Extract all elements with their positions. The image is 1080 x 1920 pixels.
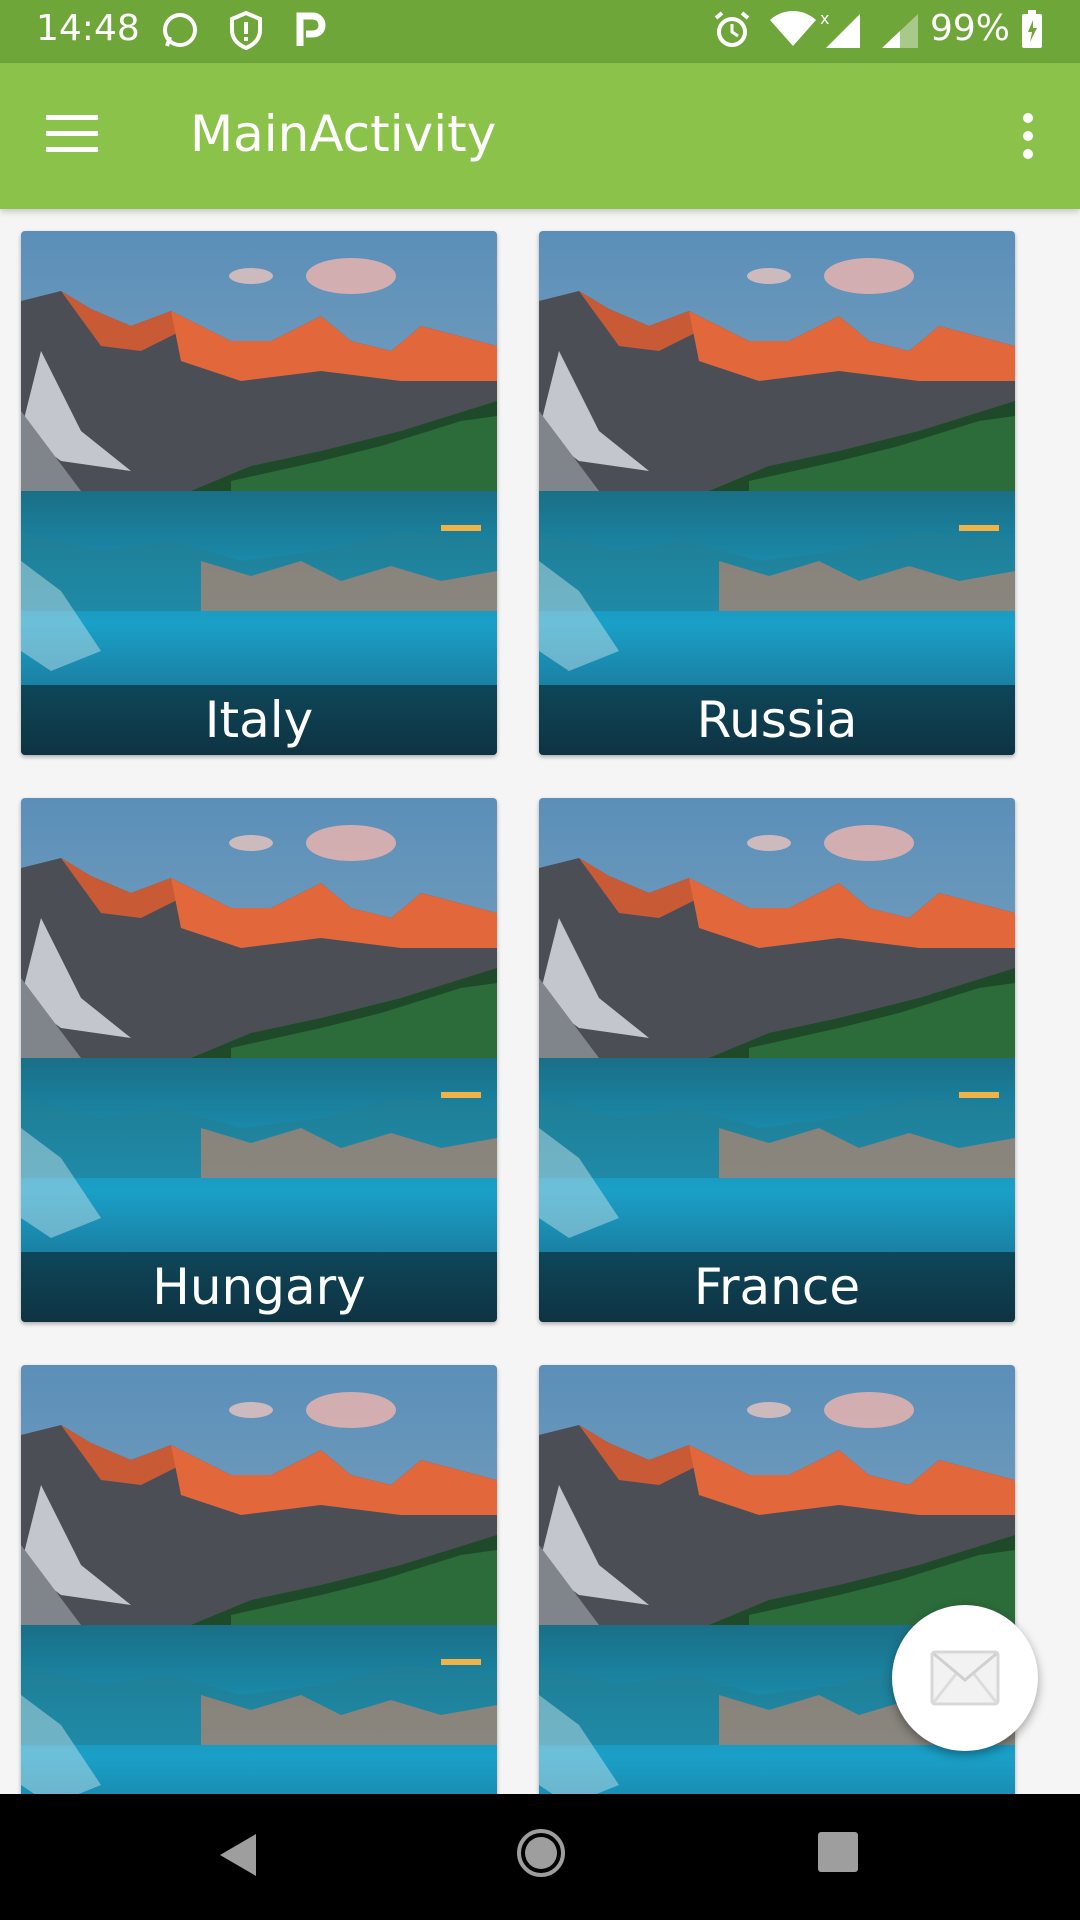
more-vert-icon[interactable] <box>1016 113 1040 159</box>
country-grid: Italy Russia Hungary France <box>0 209 1080 1794</box>
landscape-image <box>21 798 497 1322</box>
card-hungary[interactable]: Hungary <box>21 798 497 1322</box>
card-label: Hungary <box>21 1252 497 1322</box>
landscape-image <box>539 798 1015 1322</box>
landscape-image <box>21 231 497 755</box>
card-label: Italy <box>21 685 497 755</box>
battery-icon <box>1022 10 1042 48</box>
signal-icon: x <box>820 10 860 48</box>
app-bar: MainActivity <box>0 63 1080 209</box>
status-time: 14:48 <box>36 8 140 49</box>
card-russia[interactable]: Russia <box>539 231 1015 755</box>
card-france[interactable]: France <box>539 798 1015 1322</box>
landscape-image <box>21 1365 497 1794</box>
alarm-icon <box>714 11 750 47</box>
whatsapp-icon <box>163 13 197 47</box>
back-icon[interactable] <box>216 1830 260 1880</box>
status-bar: 14:48 x 99% <box>0 0 1080 63</box>
navigation-bar <box>0 1794 1080 1920</box>
mail-fab-button[interactable] <box>892 1605 1038 1751</box>
shield-icon <box>230 10 262 50</box>
parking-icon <box>296 12 326 46</box>
mail-icon <box>930 1650 1000 1706</box>
wifi-icon <box>770 11 816 46</box>
hamburger-menu-icon[interactable] <box>46 115 98 155</box>
signal-weak-icon <box>882 14 918 48</box>
home-icon[interactable] <box>514 1826 568 1880</box>
app-title: MainActivity <box>190 105 497 163</box>
svg-text:x: x <box>820 10 829 28</box>
card-italy[interactable]: Italy <box>21 231 497 755</box>
card-5[interactable] <box>21 1365 497 1794</box>
battery-percentage: 99% <box>929 8 1010 49</box>
landscape-image <box>539 231 1015 755</box>
recents-icon[interactable] <box>818 1832 858 1872</box>
card-label: France <box>539 1252 1015 1322</box>
card-label: Russia <box>539 685 1015 755</box>
